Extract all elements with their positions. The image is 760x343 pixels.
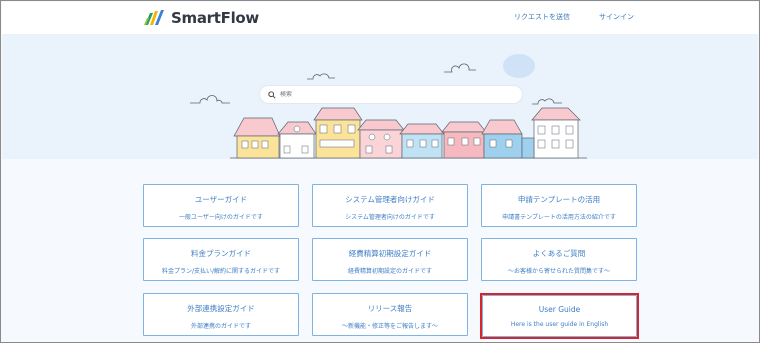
logo[interactable]: SmartFlow xyxy=(144,9,259,27)
card-english-user-guide[interactable]: User Guide Here is the user guide in Eng… xyxy=(482,295,637,337)
card-title: ユーザーガイド xyxy=(194,195,248,204)
search-input[interactable] xyxy=(280,91,500,98)
card-admin-guide[interactable]: システム管理者向けガイド システム管理者向けのガイドです xyxy=(312,184,468,227)
hero-banner xyxy=(2,34,758,159)
sign-in-link[interactable]: サインイン xyxy=(599,12,634,22)
card-title: 料金プランガイド xyxy=(191,249,251,258)
card-pricing-guide[interactable]: 料金プランガイド 料金プラン/支払い/解約に関するガイドです xyxy=(143,238,299,281)
card-description: 一般ユーザー向けのガイドです xyxy=(179,214,263,221)
card-description: 外部連携のガイドです xyxy=(190,323,251,330)
card-template-usage[interactable]: 申請テンプレートの活用 申請書テンプレートの活用方法の紹介です xyxy=(481,184,637,227)
card-integration-guide[interactable]: 外部連携設定ガイド 外部連携のガイドです xyxy=(143,293,299,336)
send-request-link[interactable]: リクエストを送信 xyxy=(514,12,570,22)
card-title: 経費精算初期設定ガイド xyxy=(348,249,432,258)
page-frame: SmartFlow リクエストを送信 サインイン 検索 ユーザーガイド 一般ユー… xyxy=(0,0,760,343)
card-description: Here is the user guide in English xyxy=(510,321,609,328)
site-header: SmartFlow リクエストを送信 サインイン xyxy=(2,2,758,34)
card-title: システム管理者向けガイド xyxy=(345,195,435,204)
card-description: 申請書テンプレートの活用方法の紹介です xyxy=(502,214,616,221)
card-description: 経費精算初期設定のガイドです xyxy=(347,268,432,275)
card-description: システム管理者向けのガイドです xyxy=(345,214,435,221)
search-bar[interactable] xyxy=(260,86,522,103)
card-title: 申請テンプレートの活用 xyxy=(517,195,601,204)
card-user-guide[interactable]: ユーザーガイド 一般ユーザー向けのガイドです xyxy=(143,184,299,227)
card-expense-setup-guide[interactable]: 経費精算初期設定ガイド 経費精算初期設定のガイドです xyxy=(312,238,468,281)
search-icon xyxy=(268,90,276,99)
smartflow-logo-icon xyxy=(144,10,164,25)
card-title: 外部連携設定ガイド xyxy=(187,304,255,313)
logo-text: SmartFlow xyxy=(171,9,259,27)
card-faq[interactable]: よくあるご質問 ～お客様から寄せられた質問集です～ xyxy=(481,238,637,281)
card-description: ～新機能・修正等をご報告します～ xyxy=(341,323,438,330)
card-description: ～お客様から寄せられた質問集です～ xyxy=(507,268,610,275)
card-title: よくあるご質問 xyxy=(532,249,586,258)
card-description: 料金プラン/支払い/解約に関するガイドです xyxy=(161,268,281,275)
card-title: User Guide xyxy=(538,305,581,314)
card-release-notes[interactable]: リリース報告 ～新機能・修正等をご報告します～ xyxy=(312,293,468,336)
card-title: リリース報告 xyxy=(367,304,413,313)
